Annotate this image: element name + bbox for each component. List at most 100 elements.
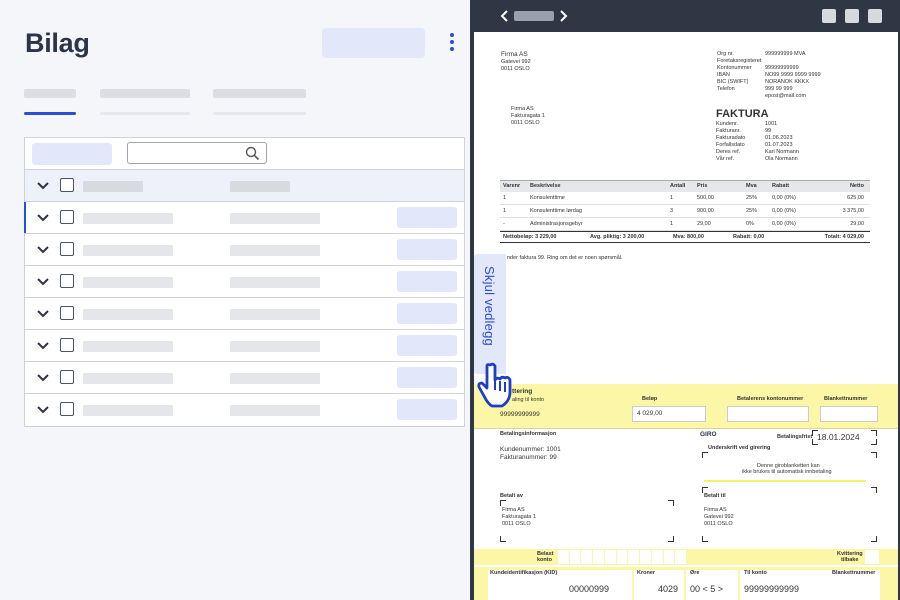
giro-value: 0011 OSLO	[704, 521, 733, 527]
line-cell: 25%	[746, 195, 758, 201]
line-cell: 625,00	[847, 195, 864, 201]
row-action-button[interactable]	[397, 303, 457, 324]
chevron-down-icon[interactable]	[36, 243, 50, 257]
row-checkbox[interactable]	[60, 370, 74, 384]
chevron-down-icon[interactable]	[36, 211, 50, 225]
chevron-down-icon[interactable]	[36, 339, 50, 353]
giro-label: Underskrift ved girering	[708, 445, 771, 451]
account-digit-boxes	[558, 550, 687, 564]
hide-attachment-label: Skjul vedlegg	[482, 266, 497, 346]
giro-label: tilbake	[841, 557, 859, 563]
row-cell	[83, 341, 173, 352]
total-net: Nettobeløp: 3 229,00	[503, 234, 557, 240]
giro-warning: ikke brukes til automatisk innbetaling	[742, 469, 832, 475]
payer-account-box	[727, 406, 809, 422]
search-input[interactable]	[127, 142, 267, 164]
row-checkbox[interactable]	[60, 306, 74, 320]
chevron-left-icon[interactable]	[500, 10, 510, 22]
chevron-down-icon[interactable]	[36, 179, 50, 193]
row-cell	[83, 277, 173, 288]
table-row[interactable]	[25, 362, 464, 394]
info-label: BIC (SWIFT)	[717, 79, 749, 85]
meta-value: 99	[765, 128, 772, 134]
corner-mark	[871, 536, 877, 542]
table-row[interactable]	[24, 202, 464, 234]
header-action-button[interactable]	[322, 28, 425, 58]
row-cell	[230, 245, 320, 256]
search-icon	[245, 146, 260, 161]
chevron-down-icon[interactable]	[36, 307, 50, 321]
column-header: Beskrivelse	[530, 183, 561, 189]
row-checkbox[interactable]	[60, 242, 74, 256]
giro-label: Betalt av	[500, 493, 523, 499]
row-action-button[interactable]	[397, 271, 457, 292]
column-header: Antall	[670, 183, 686, 189]
giro-label: Blankettnummer	[832, 570, 876, 576]
viewer-toolbar	[470, 0, 900, 32]
info-label: Telefon	[717, 86, 735, 92]
select-all-checkbox[interactable]	[60, 178, 74, 192]
giro-value: Firma AS	[704, 507, 727, 513]
chevron-down-icon[interactable]	[36, 403, 50, 417]
giro-value: Fakturagata 1	[502, 514, 536, 520]
row-action-button[interactable]	[397, 399, 457, 420]
tab-1[interactable]	[24, 89, 76, 115]
due-date: 18.01.2024	[817, 432, 860, 442]
table-row[interactable]	[25, 234, 464, 266]
line-cell: Administrasjonsgebyr	[530, 221, 583, 227]
info-value: NO99 9999 9999 9999	[765, 72, 821, 78]
row-cell	[230, 373, 320, 384]
viewer-action-button[interactable]	[845, 9, 859, 23]
viewer-action-button[interactable]	[868, 9, 882, 23]
more-options-icon[interactable]	[448, 33, 456, 51]
table-row[interactable]	[25, 394, 464, 426]
toolbar-button[interactable]	[32, 143, 112, 165]
row-action-button[interactable]	[397, 239, 457, 260]
page-title: Bilag	[25, 28, 90, 58]
chevron-right-icon[interactable]	[558, 10, 568, 22]
giro-label: Betalt til	[704, 493, 726, 499]
chevron-down-icon[interactable]	[36, 275, 50, 289]
info-value: 999999999 MVA	[765, 51, 806, 57]
row-checkbox[interactable]	[60, 338, 74, 352]
giro-label: Kundeidentifikasjon (KID)	[490, 570, 558, 576]
kid-value: 00000999	[569, 584, 610, 594]
column-header: Pris	[697, 183, 708, 189]
viewer-action-button[interactable]	[822, 9, 836, 23]
hide-attachment-button[interactable]: Skjul vedlegg	[474, 254, 506, 374]
meta-value: 1001	[765, 121, 778, 127]
table-row[interactable]	[25, 330, 464, 362]
column-header: Mva	[746, 183, 757, 189]
corner-mark	[871, 430, 877, 436]
giro-label: Kroner	[637, 570, 656, 576]
column-header: Varenr	[503, 183, 521, 189]
giro-value: 0011 OSLO	[502, 521, 531, 527]
table-row[interactable]	[25, 266, 464, 298]
chevron-down-icon[interactable]	[36, 371, 50, 385]
total-amount: Totalt: 4 029,00	[824, 234, 864, 240]
row-checkbox[interactable]	[60, 274, 74, 288]
row-checkbox[interactable]	[60, 402, 74, 416]
column-header	[230, 181, 290, 192]
line-cell: 1	[670, 221, 674, 227]
row-checkbox[interactable]	[60, 210, 74, 224]
account-value: 99999999999	[744, 584, 800, 594]
row-cell	[83, 213, 173, 224]
row-action-button[interactable]	[397, 335, 457, 356]
invoice-line: 1 Konsulenttime 1 500,00 25% 0,00 (0%) 6…	[500, 192, 870, 205]
row-action-button[interactable]	[397, 207, 457, 228]
row-cell	[230, 405, 320, 416]
giro-value: Gatevei 992	[704, 514, 734, 520]
tab-2[interactable]	[100, 89, 190, 115]
tab-3[interactable]	[213, 89, 306, 115]
sender-address: Gatevei 992	[501, 59, 531, 65]
receipt-checkbox	[865, 550, 879, 564]
document-viewer: Firma AS Gatevei 992 0011 OSLO Org nr. 9…	[470, 0, 900, 600]
column-header	[83, 181, 143, 192]
row-cell	[230, 213, 320, 224]
total-vat: Mva: 800,00	[673, 234, 704, 240]
line-cell: 0,00 (0%)	[772, 195, 796, 201]
table-row[interactable]	[25, 298, 464, 330]
row-action-button[interactable]	[397, 367, 457, 388]
info-label: Org nr.	[717, 51, 734, 57]
